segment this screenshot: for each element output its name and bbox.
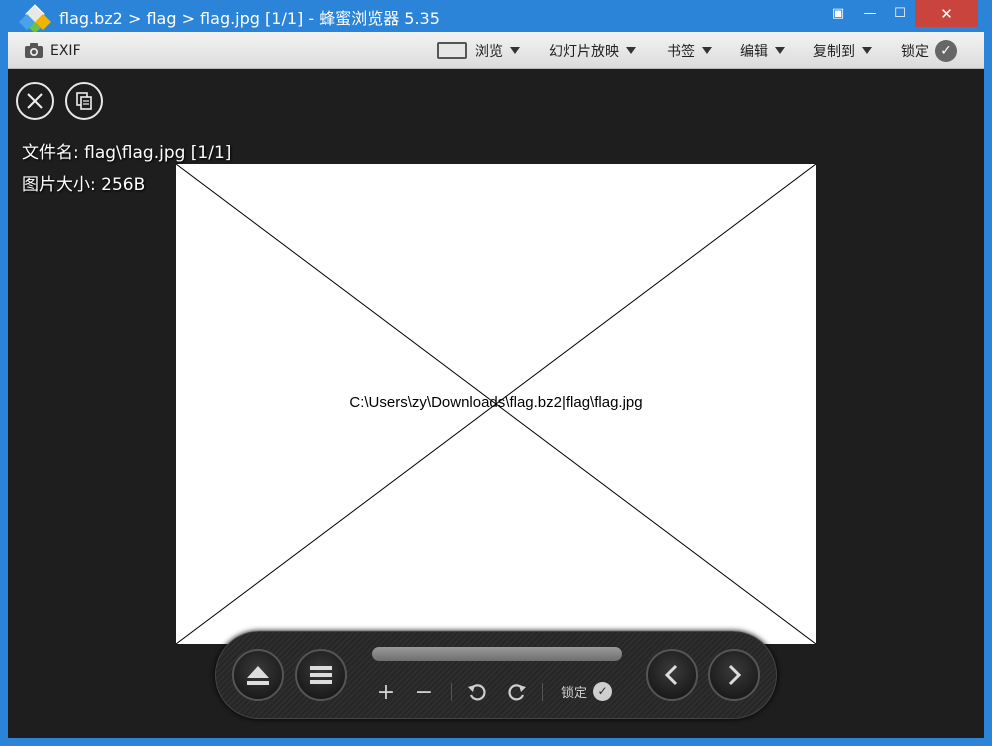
rotate-left-icon [468, 684, 486, 701]
lock-label: 锁定 [901, 43, 929, 60]
file-size-info: 图片大小: 256B [22, 175, 146, 195]
restore-icon: ▣ [831, 6, 845, 21]
window-frame-right [984, 32, 992, 746]
exif-button[interactable]: EXIF [24, 32, 81, 69]
maximize-button[interactable]: ☐ [885, 0, 915, 27]
chevron-left-icon [664, 664, 678, 686]
minimize-icon: — [863, 6, 877, 21]
slideshow-label: 幻灯片放映 [549, 43, 619, 60]
chevron-right-icon [728, 664, 742, 686]
eject-icon [247, 666, 269, 685]
image-placeholder[interactable]: C:\Users\zy\Downloads\flag.bz2|flag\flag… [176, 164, 816, 644]
window-title: flag.bz2 > flag > flag.jpg [1/1] - 蜂蜜浏览器… [59, 9, 440, 28]
lock-toggle-bottom[interactable]: 锁定 ✓ [561, 682, 613, 701]
plus-icon: + [376, 679, 396, 705]
edit-label: 编辑 [740, 43, 768, 60]
bookmarks-label: 书签 [667, 43, 695, 60]
control-bar: + − 锁定 ✓ [215, 631, 777, 719]
eject-button[interactable] [232, 649, 284, 701]
browse-label: 浏览 [475, 43, 503, 60]
image-path-text: C:\Users\zy\Downloads\flag.bz2|flag\flag… [349, 394, 643, 411]
minus-icon: − [414, 679, 434, 705]
chevron-down-icon [862, 47, 872, 54]
copy-button[interactable] [65, 82, 103, 120]
close-icon [27, 93, 43, 109]
previous-button[interactable] [646, 649, 698, 701]
zoom-out-button[interactable]: − [411, 679, 437, 705]
maximize-icon: ☐ [894, 6, 906, 21]
close-viewer-button[interactable] [16, 82, 54, 120]
camera-icon [25, 43, 43, 58]
edit-menu[interactable]: 编辑 [740, 32, 785, 69]
file-name-info: 文件名: flag\flag.jpg [1/1] [22, 143, 232, 163]
zoom-slider[interactable] [372, 647, 622, 661]
restore-button[interactable]: ▣ [823, 0, 853, 27]
fullscreen-icon [437, 42, 467, 59]
copy-icon [76, 92, 92, 110]
lock-label: 锁定 [561, 686, 588, 701]
chevron-down-icon [702, 47, 712, 54]
minimize-button[interactable]: — [855, 0, 885, 27]
chevron-down-icon [626, 47, 636, 54]
divider [451, 683, 452, 701]
rotate-right-icon [508, 684, 526, 701]
browse-menu[interactable]: 浏览 [437, 32, 520, 69]
slideshow-menu[interactable]: 幻灯片放映 [549, 32, 636, 69]
chevron-down-icon [775, 47, 785, 54]
zoom-in-button[interactable]: + [373, 679, 399, 705]
rotate-right-button[interactable] [504, 680, 530, 704]
copy-to-menu[interactable]: 复制到 [813, 32, 872, 69]
bookmarks-menu[interactable]: 书签 [667, 32, 712, 69]
app-logo-icon [19, 4, 51, 33]
next-button[interactable] [708, 649, 760, 701]
window-frame-bottom [0, 738, 992, 746]
close-window-button[interactable]: ✕ [915, 0, 978, 27]
window-frame-left [0, 32, 8, 746]
divider [542, 683, 543, 701]
check-icon: ✓ [593, 682, 613, 701]
exif-label: EXIF [50, 42, 81, 59]
toolbar: EXIF 浏览 幻灯片放映 书签 编辑 复制到 锁定 ✓ [8, 32, 984, 69]
lock-toggle[interactable]: 锁定 ✓ [901, 32, 957, 69]
menu-icon [310, 666, 332, 684]
menu-button[interactable] [295, 649, 347, 701]
check-icon: ✓ [935, 39, 957, 62]
copy-to-label: 复制到 [813, 43, 855, 60]
rotate-left-button[interactable] [464, 680, 490, 704]
chevron-down-icon [510, 47, 520, 54]
close-icon: ✕ [940, 4, 953, 23]
title-bar: flag.bz2 > flag > flag.jpg [1/1] - 蜂蜜浏览器… [0, 0, 992, 33]
